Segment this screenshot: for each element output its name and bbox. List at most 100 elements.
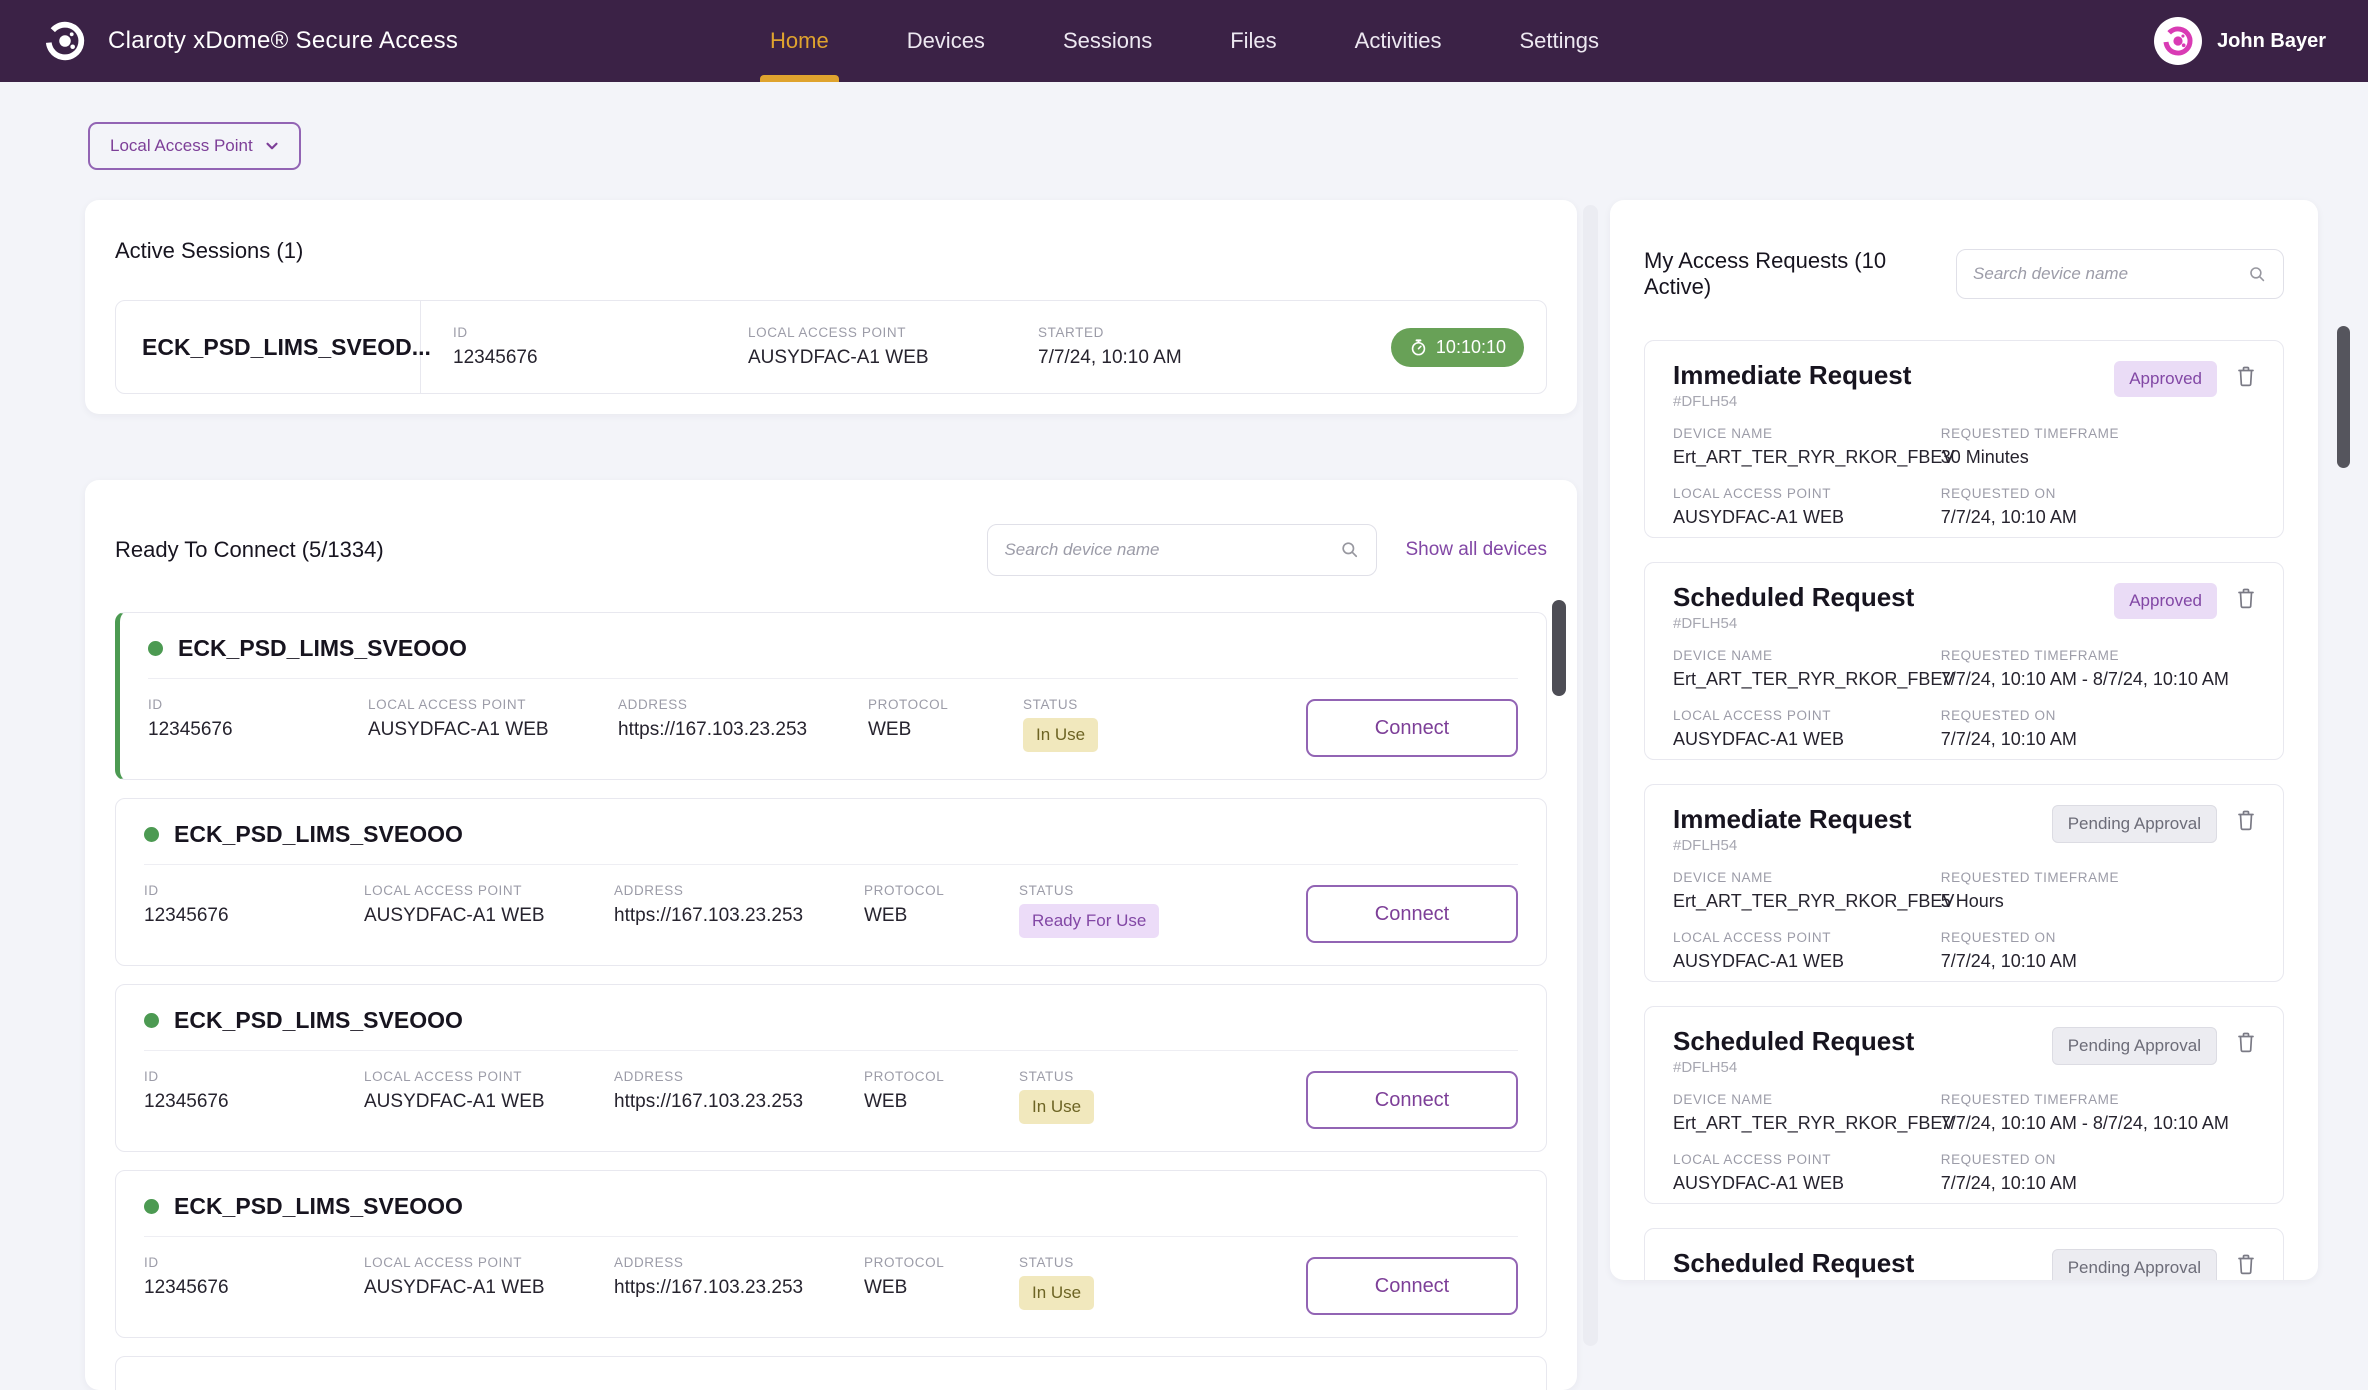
request-card-partial: Scheduled Request #DFLH54 Pending Approv… bbox=[1644, 1228, 2284, 1280]
request-card: Immediate Request #DFLH54 Pending Approv… bbox=[1644, 784, 2284, 982]
connect-button[interactable]: Connect bbox=[1306, 699, 1518, 757]
claroty-logo-icon bbox=[42, 18, 88, 64]
device-card: ECK_PSD_LIMS_SVEOOO ID12345676 LOCAL ACC… bbox=[115, 798, 1547, 966]
session-started-label: STARTED bbox=[1038, 325, 1316, 340]
request-requested-on: 7/7/24, 10:10 AM bbox=[1941, 507, 2255, 528]
device-search bbox=[987, 524, 1377, 576]
tab-settings[interactable]: Settings bbox=[1519, 0, 1599, 82]
online-dot-icon bbox=[144, 827, 159, 842]
request-status-badge: Pending Approval bbox=[2052, 1027, 2217, 1065]
active-sessions-title: Active Sessions (1) bbox=[115, 238, 1547, 264]
session-id-label: ID bbox=[453, 325, 716, 340]
online-dot-icon bbox=[144, 1013, 159, 1028]
local-access-point-dropdown[interactable]: Local Access Point bbox=[88, 122, 301, 170]
request-status-badge: Approved bbox=[2114, 583, 2217, 619]
session-started-value: 7/7/24, 10:10 AM bbox=[1038, 347, 1316, 369]
request-device-name: Ert_ART_TER_RYR_RKOR_FBEV bbox=[1673, 1113, 1941, 1134]
access-requests-card: My Access Requests (10 Active) Immediate… bbox=[1610, 200, 2318, 1280]
request-device-name: Ert_ART_TER_RYR_RKOR_FBEV bbox=[1673, 891, 1941, 912]
tab-files[interactable]: Files bbox=[1230, 0, 1276, 82]
tab-activities[interactable]: Activities bbox=[1355, 0, 1442, 82]
request-card: Scheduled Request #DFLH54 Pending Approv… bbox=[1644, 1006, 2284, 1204]
device-id: 12345676 bbox=[144, 1277, 364, 1299]
user-menu[interactable]: John Bayer bbox=[2154, 17, 2326, 65]
tab-home[interactable]: Home bbox=[770, 0, 829, 82]
request-lap: AUSYDFAC-A1 WEB bbox=[1673, 1173, 1941, 1194]
show-all-devices-link[interactable]: Show all devices bbox=[1405, 539, 1547, 561]
request-requested-on: 7/7/24, 10:10 AM bbox=[1941, 1173, 2255, 1194]
device-card: ECK_PSD_LIMS_SVEOOO ID12345676 LOCAL ACC… bbox=[115, 612, 1547, 780]
online-dot-icon bbox=[144, 1199, 159, 1214]
device-name: ECK_PSD_LIMS_SVEOOO bbox=[174, 821, 463, 848]
search-icon bbox=[1340, 540, 1360, 560]
device-lap: AUSYDFAC-A1 WEB bbox=[364, 1091, 614, 1113]
session-name: ECK_PSD_LIMS_SVEOD... bbox=[116, 301, 421, 393]
device-card-partial bbox=[115, 1356, 1547, 1390]
avatar[interactable] bbox=[2154, 17, 2202, 65]
ready-to-connect-card: Ready To Connect (5/1334) Show all devic… bbox=[85, 480, 1577, 1390]
request-search bbox=[1956, 249, 2284, 299]
device-address: https://167.103.23.253 bbox=[614, 1091, 864, 1113]
access-requests-title: My Access Requests (10 Active) bbox=[1644, 248, 1956, 300]
request-requested-on: 7/7/24, 10:10 AM bbox=[1941, 951, 2255, 972]
device-protocol: WEB bbox=[864, 905, 1019, 927]
trash-icon[interactable] bbox=[2233, 585, 2259, 613]
tab-sessions[interactable]: Sessions bbox=[1063, 0, 1152, 82]
device-address: https://167.103.23.253 bbox=[614, 1277, 864, 1299]
request-device-name: Ert_ART_TER_RYR_RKOR_FBEV bbox=[1673, 447, 1941, 468]
device-list-scrollbar-thumb[interactable] bbox=[1552, 600, 1566, 696]
request-timeframe: 7/7/24, 10:10 AM - 8/7/24, 10:10 AM bbox=[1941, 1113, 2255, 1134]
device-lap: AUSYDFAC-A1 WEB bbox=[364, 1277, 614, 1299]
session-lap-value: AUSYDFAC-A1 WEB bbox=[748, 347, 1006, 369]
device-lap: AUSYDFAC-A1 WEB bbox=[364, 905, 614, 927]
session-timer-value: 10:10:10 bbox=[1436, 337, 1506, 358]
user-name: John Bayer bbox=[2217, 30, 2326, 53]
trash-icon[interactable] bbox=[2233, 363, 2259, 391]
request-lap: AUSYDFAC-A1 WEB bbox=[1673, 507, 1941, 528]
request-timeframe: 5 Hours bbox=[1941, 891, 2255, 912]
trash-icon[interactable] bbox=[2233, 1251, 2259, 1279]
connect-button[interactable]: Connect bbox=[1306, 885, 1518, 943]
device-name: ECK_PSD_LIMS_SVEOOO bbox=[174, 1193, 463, 1220]
request-list: Immediate Request #DFLH54 Approved DEVIC… bbox=[1644, 340, 2284, 1280]
request-timeframe: 30 Minutes bbox=[1941, 447, 2255, 468]
request-status-badge: Pending Approval bbox=[2052, 805, 2217, 843]
request-lap: AUSYDFAC-A1 WEB bbox=[1673, 951, 1941, 972]
device-protocol: WEB bbox=[864, 1277, 1019, 1299]
brand: Claroty xDome® Secure Access bbox=[42, 18, 458, 64]
status-badge: Ready For Use bbox=[1019, 904, 1159, 938]
requests-scrollbar-thumb[interactable] bbox=[2337, 326, 2350, 468]
session-id-value: 12345676 bbox=[453, 347, 716, 369]
trash-icon[interactable] bbox=[2233, 1029, 2259, 1057]
topbar: Claroty xDome® Secure Access Home Device… bbox=[0, 0, 2368, 82]
device-name: ECK_PSD_LIMS_SVEOOO bbox=[178, 635, 467, 662]
request-search-input[interactable] bbox=[1973, 264, 2248, 284]
device-name: ECK_PSD_LIMS_SVEOOO bbox=[174, 1007, 463, 1034]
request-device-name: Ert_ART_TER_RYR_RKOR_FBEV bbox=[1673, 669, 1941, 690]
chevron-down-icon bbox=[263, 137, 281, 155]
tab-devices[interactable]: Devices bbox=[907, 0, 985, 82]
stopwatch-icon bbox=[1409, 338, 1428, 357]
device-lap: AUSYDFAC-A1 WEB bbox=[368, 719, 618, 741]
app-title: Claroty xDome® Secure Access bbox=[108, 27, 458, 55]
connect-button[interactable]: Connect bbox=[1306, 1257, 1518, 1315]
online-dot-icon bbox=[148, 641, 163, 656]
device-address: https://167.103.23.253 bbox=[614, 905, 864, 927]
main-nav: Home Devices Sessions Files Activities S… bbox=[770, 0, 1599, 82]
request-lap: AUSYDFAC-A1 WEB bbox=[1673, 729, 1941, 750]
ready-to-connect-title: Ready To Connect (5/1334) bbox=[115, 537, 384, 563]
device-address: https://167.103.23.253 bbox=[618, 719, 868, 741]
device-id: 12345676 bbox=[144, 905, 364, 927]
device-search-input[interactable] bbox=[1004, 540, 1340, 560]
trash-icon[interactable] bbox=[2233, 807, 2259, 835]
request-card: Immediate Request #DFLH54 Approved DEVIC… bbox=[1644, 340, 2284, 538]
status-badge: In Use bbox=[1019, 1090, 1094, 1124]
search-icon bbox=[2248, 265, 2267, 284]
device-protocol: WEB bbox=[864, 1091, 1019, 1113]
session-lap-label: LOCAL ACCESS POINT bbox=[748, 325, 1006, 340]
device-list: ECK_PSD_LIMS_SVEOOO ID12345676 LOCAL ACC… bbox=[115, 612, 1547, 1390]
device-card: ECK_PSD_LIMS_SVEOOO ID12345676 LOCAL ACC… bbox=[115, 1170, 1547, 1338]
request-status-badge: Approved bbox=[2114, 361, 2217, 397]
connect-button[interactable]: Connect bbox=[1306, 1071, 1518, 1129]
request-status-badge: Pending Approval bbox=[2052, 1249, 2217, 1280]
